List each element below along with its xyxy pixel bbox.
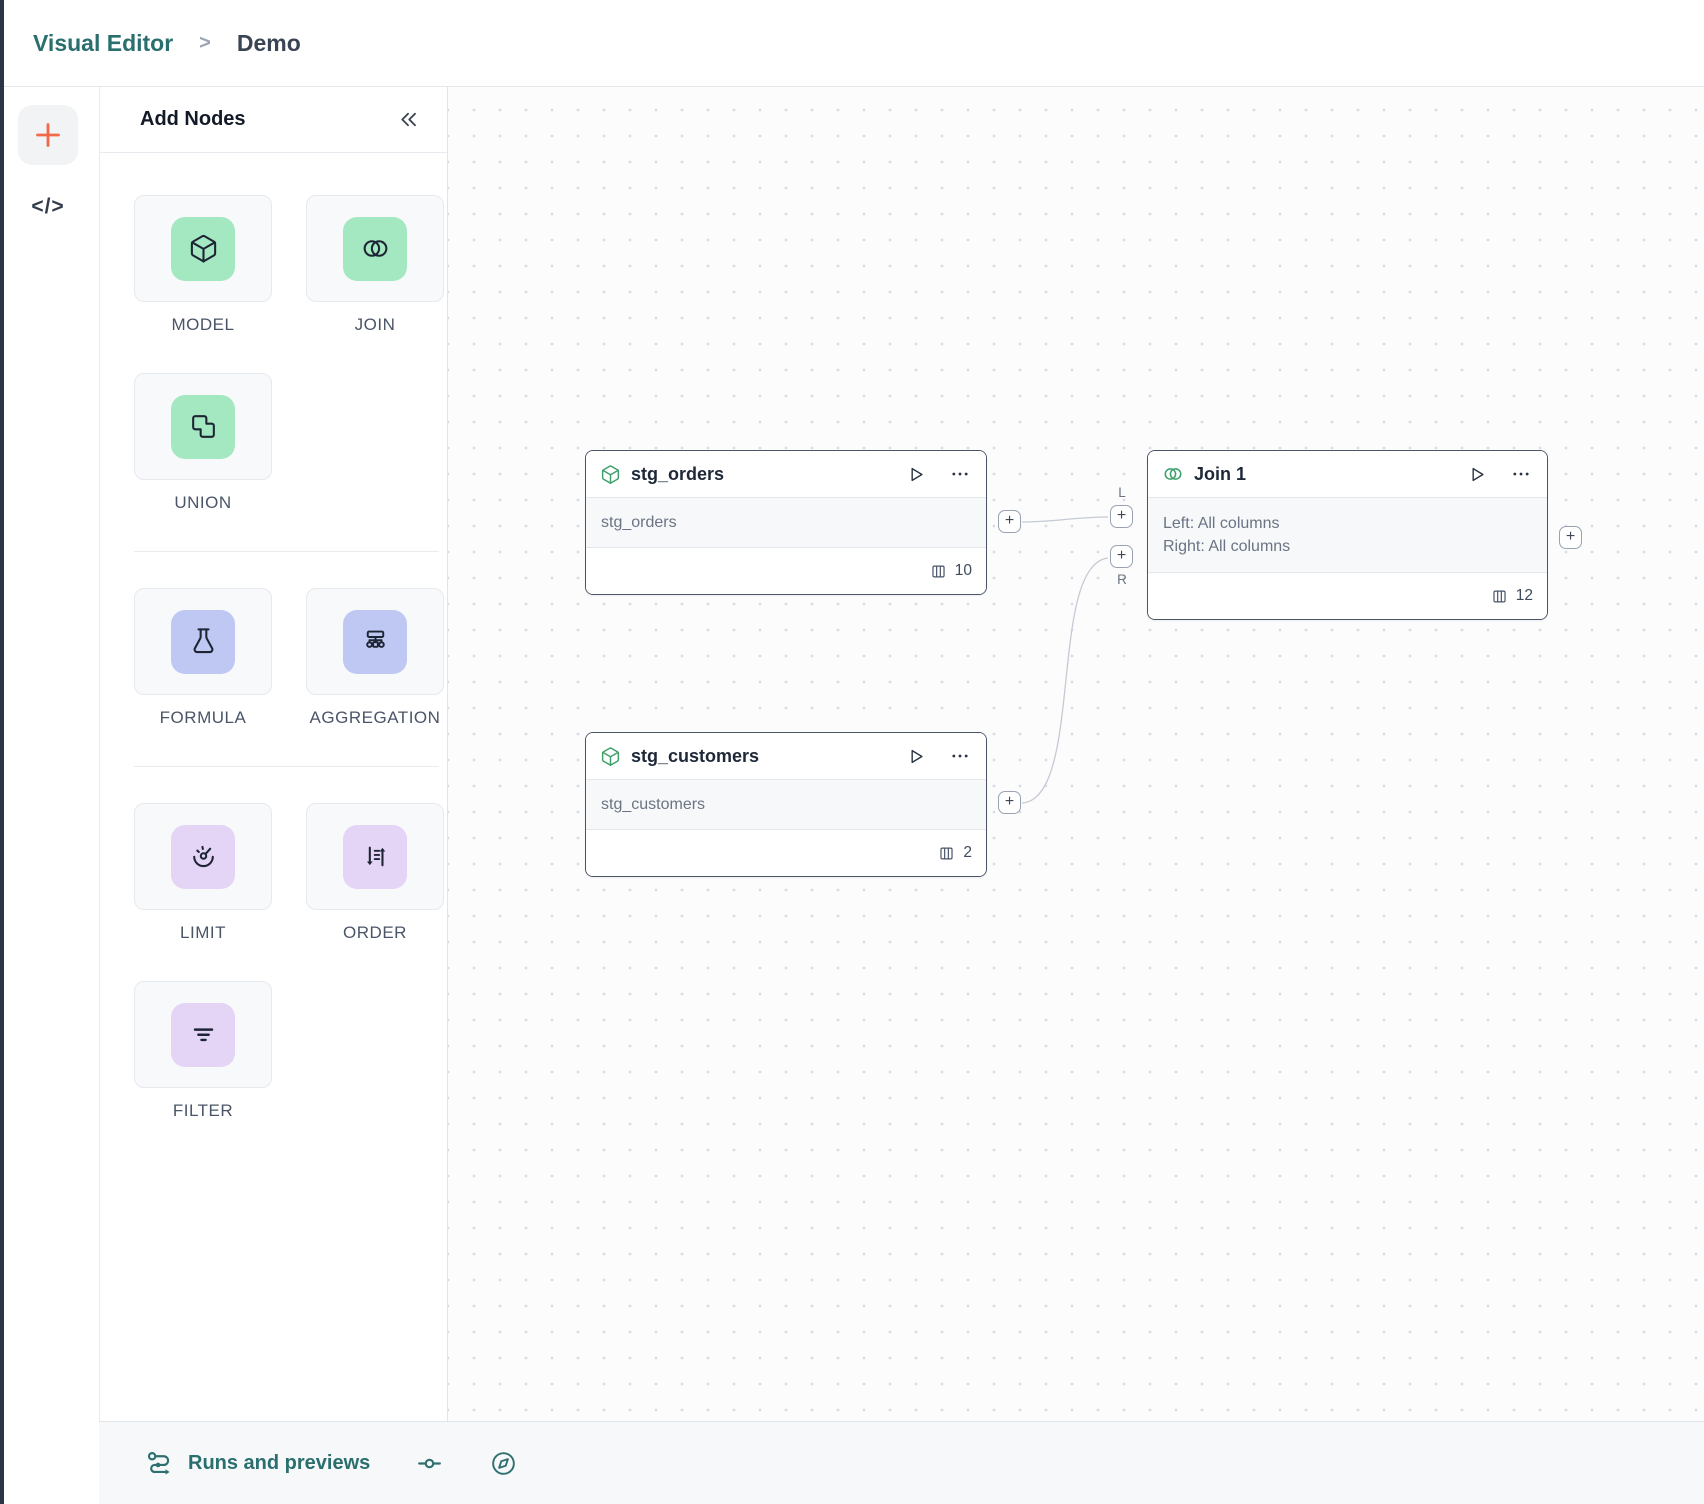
left-toolbar: </> bbox=[4, 87, 99, 1504]
palette-item-filter[interactable]: FILTER bbox=[134, 981, 272, 1121]
breadcrumb-separator: > bbox=[199, 32, 211, 55]
node-source-label: stg_customers bbox=[601, 796, 971, 814]
output-handle-stg-orders[interactable]: + bbox=[998, 510, 1021, 533]
panel-title: Add Nodes bbox=[140, 108, 246, 131]
output-handle-join-1[interactable]: + bbox=[1559, 526, 1582, 549]
columns-icon bbox=[1491, 588, 1508, 605]
join-right-port-label: R bbox=[1117, 572, 1127, 587]
columns-icon bbox=[930, 563, 947, 580]
join-right-columns-label: Right: All columns bbox=[1163, 538, 1532, 556]
node-menu-button[interactable] bbox=[950, 746, 970, 766]
join-circles-icon bbox=[343, 217, 407, 281]
column-count: 10 bbox=[955, 562, 972, 580]
breadcrumb-page: Demo bbox=[237, 30, 301, 57]
code-icon: </> bbox=[31, 195, 64, 218]
palette-item-aggregation[interactable]: AGGREGATION bbox=[306, 588, 444, 728]
palette-item-label: UNION bbox=[134, 493, 272, 513]
node-menu-button[interactable] bbox=[950, 464, 970, 484]
plus-icon bbox=[31, 118, 65, 152]
column-count: 2 bbox=[963, 844, 972, 862]
palette-divider bbox=[134, 766, 439, 767]
palette-item-label: ORDER bbox=[306, 923, 444, 943]
palette-item-order[interactable]: ORDER bbox=[306, 803, 444, 943]
palette-item-model[interactable]: MODEL bbox=[134, 195, 272, 335]
join-circles-icon bbox=[1162, 463, 1184, 485]
node-title: Join 1 bbox=[1194, 464, 1246, 485]
commit-icon[interactable] bbox=[416, 1450, 443, 1477]
hierarchy-icon bbox=[343, 610, 407, 674]
node-join-1[interactable]: Join 1 Left: All columns Right: All colu… bbox=[1147, 450, 1548, 620]
cube-icon bbox=[600, 464, 621, 485]
topbar: Visual Editor > Demo bbox=[0, 0, 1704, 87]
palette-item-label: AGGREGATION bbox=[306, 708, 444, 728]
code-view-button[interactable]: </> bbox=[4, 195, 92, 219]
window-edge-stripe bbox=[0, 0, 4, 1504]
palette-item-label: LIMIT bbox=[134, 923, 272, 943]
flask-icon bbox=[171, 610, 235, 674]
node-stg-orders[interactable]: stg_orders stg_orders 10 bbox=[585, 450, 987, 595]
palette-item-label: JOIN bbox=[306, 315, 444, 335]
join-right-input-handle[interactable]: + bbox=[1110, 545, 1133, 568]
run-node-button[interactable] bbox=[905, 746, 926, 767]
palette-item-label: MODEL bbox=[134, 315, 272, 335]
node-menu-button[interactable] bbox=[1511, 464, 1531, 484]
runs-route-icon bbox=[145, 1449, 174, 1478]
join-left-input-handle[interactable]: + bbox=[1110, 505, 1133, 528]
union-shapes-icon bbox=[171, 395, 235, 459]
column-count: 12 bbox=[1516, 587, 1533, 605]
palette-item-label: FILTER bbox=[134, 1101, 272, 1121]
canvas[interactable]: stg_orders stg_orders 10 Join 1 bbox=[448, 87, 1704, 1421]
add-nodes-panel: Add Nodes MODEL JOIN bbox=[99, 87, 448, 1421]
palette-item-formula[interactable]: FORMULA bbox=[134, 588, 272, 728]
compass-icon[interactable] bbox=[490, 1450, 517, 1477]
palette-item-union[interactable]: UNION bbox=[134, 373, 272, 513]
columns-icon bbox=[938, 845, 955, 862]
node-source-label: stg_orders bbox=[601, 514, 971, 532]
add-node-button[interactable] bbox=[18, 105, 78, 165]
breadcrumb-section-link[interactable]: Visual Editor bbox=[33, 30, 173, 57]
join-left-columns-label: Left: All columns bbox=[1163, 515, 1532, 533]
status-bar: Runs and previews bbox=[99, 1421, 1704, 1504]
runs-and-previews-button[interactable]: Runs and previews bbox=[188, 1452, 370, 1475]
palette-item-limit[interactable]: LIMIT bbox=[134, 803, 272, 943]
node-title: stg_customers bbox=[631, 746, 759, 767]
filter-lines-icon bbox=[171, 1003, 235, 1067]
cube-icon bbox=[600, 746, 621, 767]
node-title: stg_orders bbox=[631, 464, 724, 485]
collapse-panel-button[interactable] bbox=[397, 108, 420, 131]
output-handle-stg-customers[interactable]: + bbox=[998, 791, 1021, 814]
node-stg-customers[interactable]: stg_customers stg_customers 2 bbox=[585, 732, 987, 877]
palette-item-join[interactable]: JOIN bbox=[306, 195, 444, 335]
palette-divider bbox=[134, 551, 439, 552]
run-node-button[interactable] bbox=[1466, 464, 1487, 485]
gauge-icon bbox=[171, 825, 235, 889]
run-node-button[interactable] bbox=[905, 464, 926, 485]
palette-item-label: FORMULA bbox=[134, 708, 272, 728]
panel-header: Add Nodes bbox=[100, 87, 447, 153]
join-left-port-label: L bbox=[1118, 485, 1126, 500]
cube-icon bbox=[171, 217, 235, 281]
double-chevron-left-icon bbox=[397, 108, 420, 131]
palette: MODEL JOIN UNION FORMULA bbox=[100, 153, 447, 1121]
sort-arrows-icon bbox=[343, 825, 407, 889]
